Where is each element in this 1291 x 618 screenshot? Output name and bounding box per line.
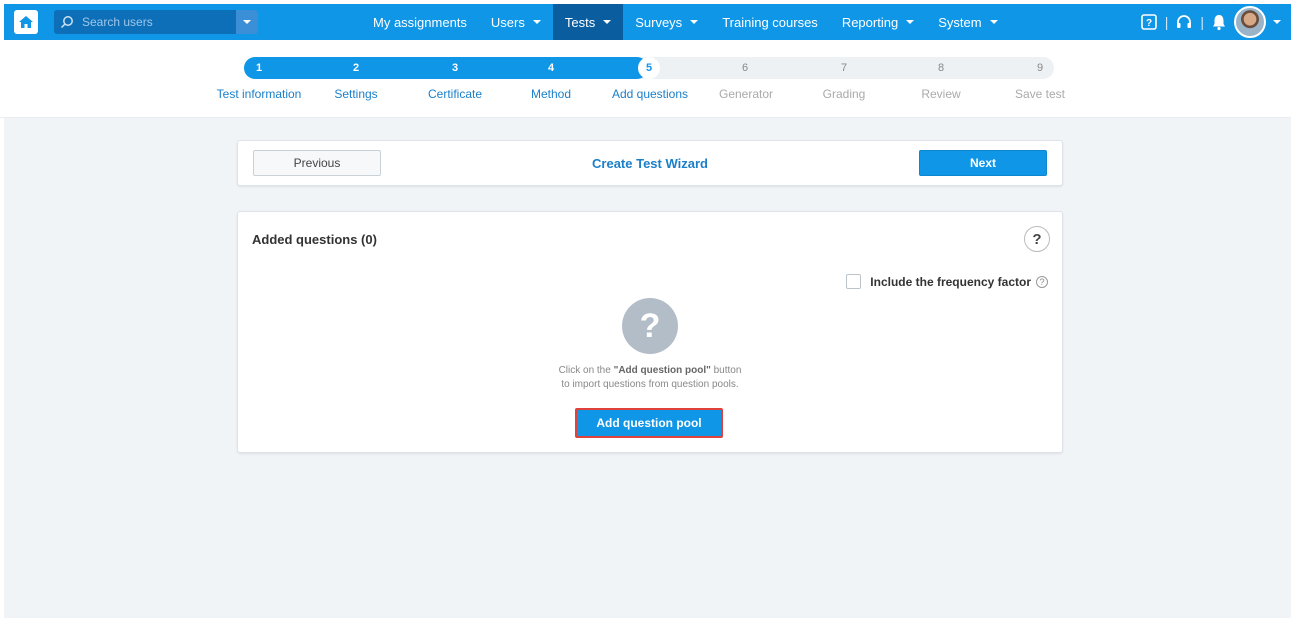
search-box	[54, 10, 258, 34]
home-button[interactable]	[14, 10, 38, 34]
step-settings[interactable]: Settings	[334, 87, 377, 101]
step-review: Review	[921, 87, 961, 101]
chevron-down-icon	[243, 20, 251, 24]
step-certificate[interactable]: Certificate	[428, 87, 482, 101]
panel-title: Added questions (0)	[252, 232, 377, 247]
empty-state-line-1: Click on the "Add question pool" button	[558, 365, 742, 376]
step-test-information[interactable]: Test information	[217, 87, 302, 101]
step-add-questions[interactable]: Add questions	[612, 87, 688, 101]
chevron-down-icon	[603, 20, 612, 24]
step-1-number: 1	[255, 62, 263, 74]
separator: |	[1200, 14, 1204, 30]
nav-users[interactable]: Users	[479, 4, 553, 40]
step-2-number: 2	[352, 62, 360, 74]
frequency-factor-option: Include the frequency factor ?	[846, 274, 1048, 289]
search-input[interactable]	[82, 15, 232, 29]
chevron-down-icon	[906, 20, 915, 24]
next-button[interactable]: Next	[919, 150, 1047, 176]
help-button[interactable]: ?	[1024, 226, 1050, 252]
add-question-pool-button[interactable]: Add question pool	[575, 408, 723, 438]
top-navbar: My assignments Users Tests Surveys Train…	[4, 4, 1291, 40]
frequency-factor-label[interactable]: Include the frequency factor	[870, 275, 1031, 289]
chevron-down-icon	[532, 20, 541, 24]
step-4-number: 4	[547, 62, 555, 74]
nav-training-courses[interactable]: Training courses	[710, 4, 830, 40]
step-6-number: 6	[741, 62, 749, 74]
chevron-down-icon	[690, 20, 699, 24]
content-area: Previous Create Test Wizard Next Added q…	[4, 118, 1291, 618]
empty-state-icon: ?	[622, 298, 678, 354]
step-7-number: 7	[840, 62, 848, 74]
nav-tests[interactable]: Tests	[552, 4, 624, 40]
chevron-down-icon	[989, 20, 998, 24]
step-generator: Generator	[718, 87, 774, 101]
headset-icon[interactable]	[1175, 13, 1193, 31]
empty-state-line-2: to import questions from question pools.	[561, 379, 739, 390]
step-save-test: Save test	[1014, 87, 1066, 101]
step-8-number: 8	[937, 62, 945, 74]
step-method[interactable]: Method	[531, 87, 571, 101]
empty-state-text: Click on the "Add question pool" button …	[238, 364, 1062, 392]
nav-surveys[interactable]: Surveys	[623, 4, 710, 40]
separator: |	[1164, 14, 1169, 30]
chevron-down-icon[interactable]	[1273, 20, 1281, 24]
step-9-number: 9	[1036, 62, 1044, 74]
search-icon	[60, 16, 73, 29]
question-mark-icon: ?	[1032, 230, 1042, 248]
home-icon	[19, 16, 33, 28]
step-5-number: 5	[638, 57, 660, 79]
main-menu: My assignments Users Tests Surveys Train…	[361, 4, 1010, 40]
step-3-number: 3	[451, 62, 459, 74]
avatar[interactable]	[1234, 6, 1266, 38]
bell-icon[interactable]	[1211, 13, 1227, 31]
nav-my-assignments[interactable]: My assignments	[361, 4, 479, 40]
manual-help-icon[interactable]: ?	[1140, 13, 1158, 31]
nav-system[interactable]: System	[926, 4, 1009, 40]
search-filter-dropdown[interactable]	[236, 10, 258, 34]
info-icon[interactable]: ?	[1036, 275, 1048, 288]
navbar-utilities: ? | |	[1140, 4, 1281, 40]
wizard-controls: Previous Create Test Wizard Next	[237, 140, 1063, 186]
added-questions-panel: Added questions (0) ? Include the freque…	[237, 211, 1063, 453]
wizard-steps: 1 2 3 4 5 6 7 8 9 Test information Setti…	[0, 40, 1291, 118]
frequency-factor-checkbox[interactable]	[846, 274, 862, 289]
nav-reporting[interactable]: Reporting	[830, 4, 926, 40]
step-grading: Grading	[822, 87, 866, 101]
svg-text:?: ?	[1146, 18, 1152, 29]
